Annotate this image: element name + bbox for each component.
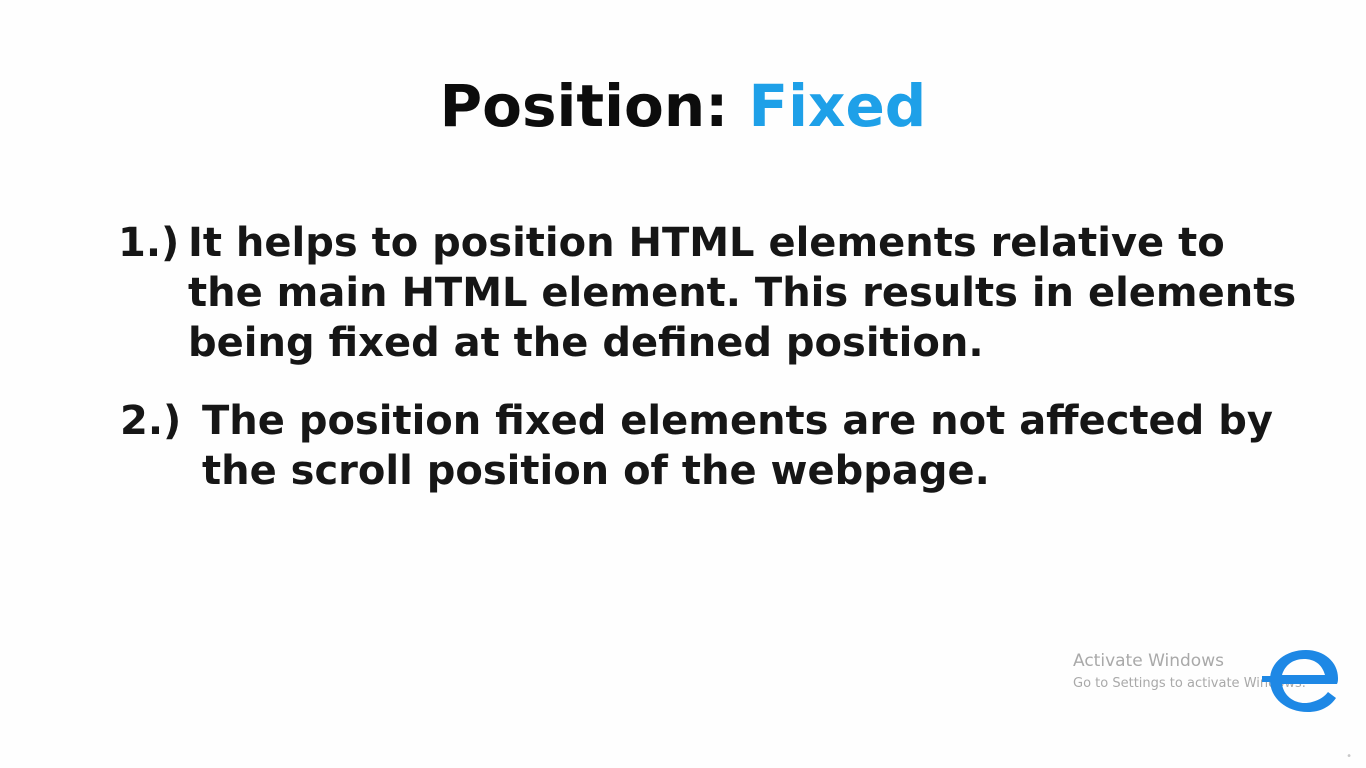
- point-2-number: 2.): [120, 398, 182, 444]
- point-1-line-1: It helps to position HTML elements relat…: [188, 220, 1225, 266]
- point-1: 1.) It helps to position HTML elements r…: [118, 218, 1296, 366]
- point-2-line-1: The position fixed elements are not affe…: [202, 398, 1273, 444]
- point-1-line-3: being fixed at the defined position.: [188, 320, 984, 366]
- title-accent: Fixed: [748, 72, 927, 140]
- point-2: 2.) The position fixed elements are not …: [120, 396, 1273, 494]
- point-1-number: 1.): [118, 220, 180, 266]
- point-1-line-2: the main HTML element. This results in e…: [188, 270, 1297, 316]
- e-logo-icon: [1262, 650, 1338, 712]
- point-2-line-2: the scroll position of the webpage.: [202, 448, 990, 494]
- video-brand-mark: •: [1346, 751, 1352, 762]
- slide: Position: Fixed 1.) It helps to position…: [0, 0, 1366, 768]
- slide-title: Position: Fixed: [0, 72, 1366, 140]
- title-prefix: Position:: [439, 72, 749, 140]
